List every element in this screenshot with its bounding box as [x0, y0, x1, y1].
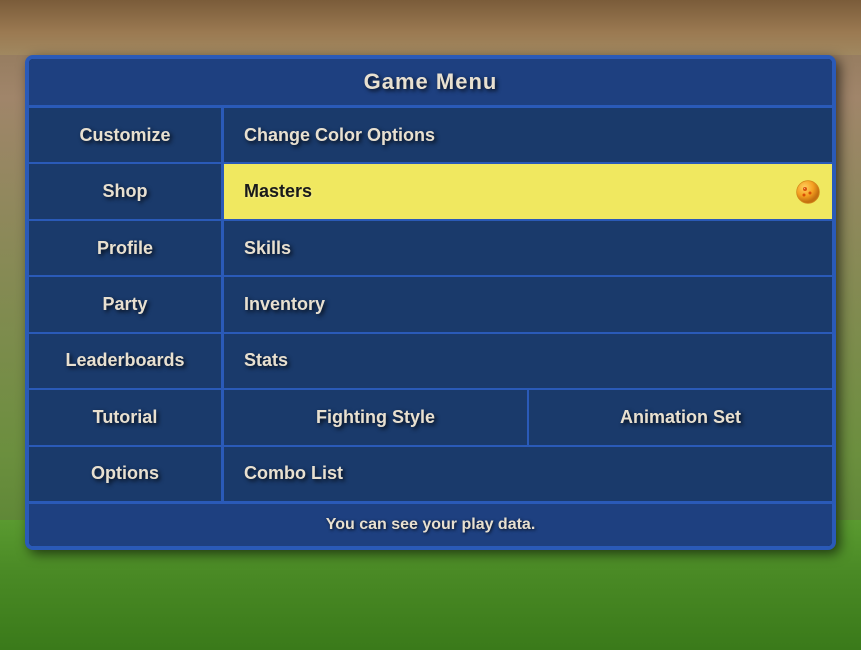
left-navigation: Customize Shop Profile Party Leaderboard… — [29, 108, 224, 501]
cell-animation-set[interactable]: Animation Set — [529, 390, 832, 444]
row-masters[interactable]: Masters — [224, 164, 832, 220]
footer-text: You can see your play data. — [326, 516, 536, 533]
nav-item-tutorial[interactable]: Tutorial — [29, 390, 221, 446]
menu-title: Game Menu — [364, 69, 498, 94]
row-fighting-style-animation: Fighting Style Animation Set — [224, 390, 832, 446]
nav-item-customize[interactable]: Customize — [29, 108, 221, 164]
nav-item-profile[interactable]: Profile — [29, 221, 221, 277]
row-stats[interactable]: Stats — [224, 334, 832, 390]
menu-footer: You can see your play data. — [29, 501, 832, 546]
row-combo-list[interactable]: Combo List — [224, 447, 832, 501]
cursor-dragonball — [796, 180, 820, 204]
nav-item-shop[interactable]: Shop — [29, 164, 221, 220]
right-content: Change Color Options Masters — [224, 108, 832, 501]
row-change-color-options[interactable]: Change Color Options — [224, 108, 832, 164]
row-inventory[interactable]: Inventory — [224, 277, 832, 333]
menu-title-bar: Game Menu — [29, 59, 832, 108]
row-skills[interactable]: Skills — [224, 221, 832, 277]
dirt-background — [0, 0, 861, 55]
nav-item-party[interactable]: Party — [29, 277, 221, 333]
game-menu: Game Menu Customize Shop Profile Party L… — [25, 55, 836, 550]
nav-item-leaderboards[interactable]: Leaderboards — [29, 334, 221, 390]
cell-fighting-style[interactable]: Fighting Style — [224, 390, 529, 444]
nav-item-options[interactable]: Options — [29, 447, 221, 501]
menu-body: Customize Shop Profile Party Leaderboard… — [29, 108, 832, 501]
